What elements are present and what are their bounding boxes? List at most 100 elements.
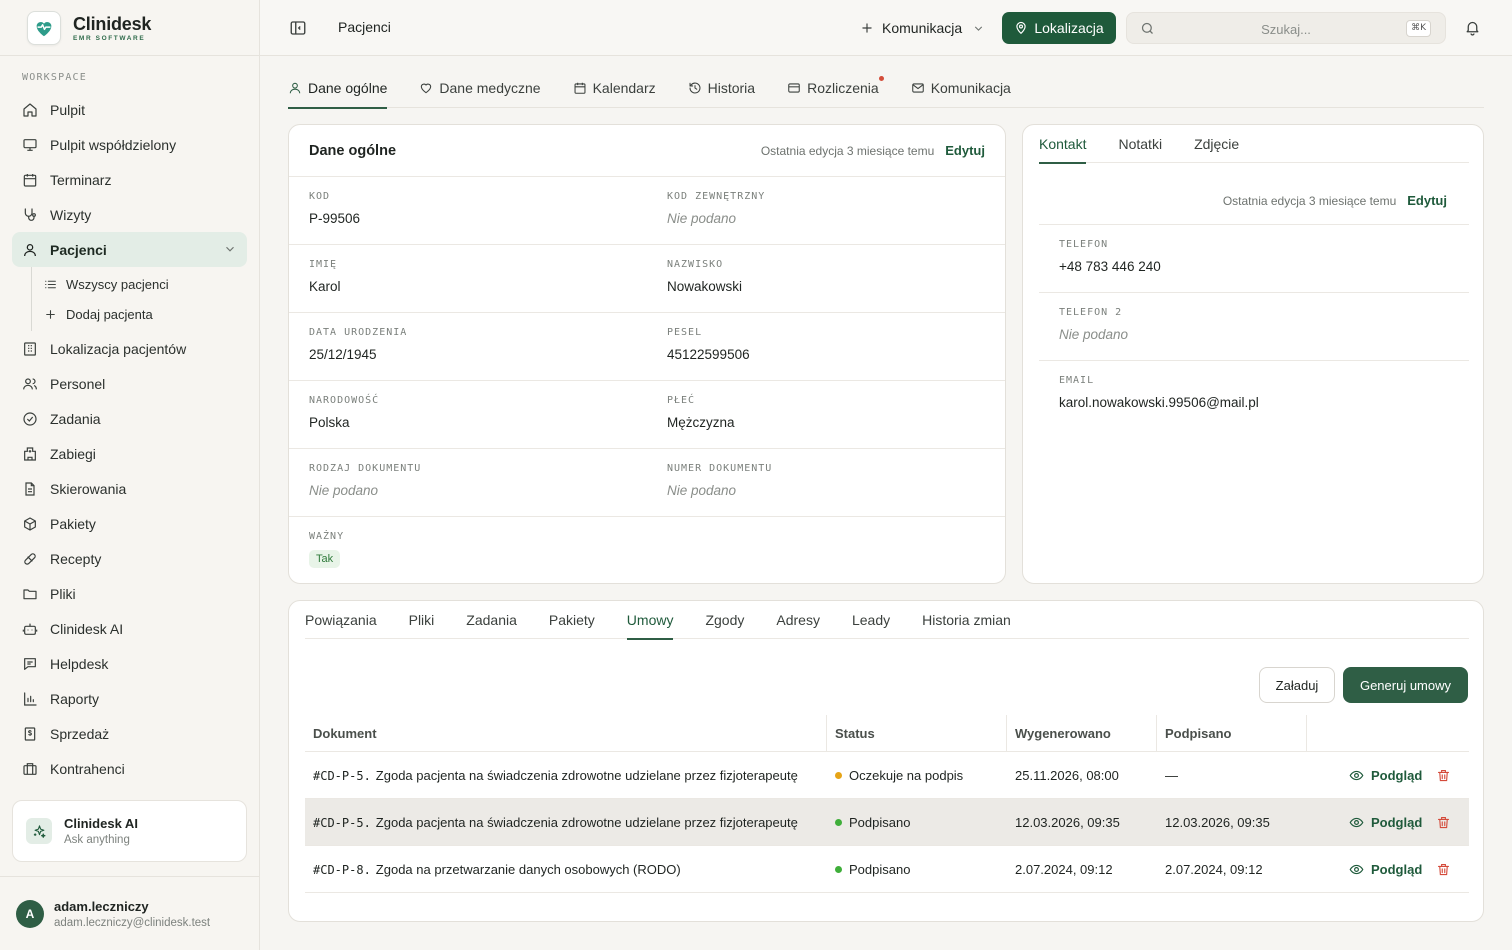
field-label: KOD [309, 191, 331, 202]
contact-card: Kontakt Notatki Zdjęcie Ostatnia edycja … [1022, 124, 1484, 584]
document-name: Zgoda pacjenta na świadczenia zdrowotne … [375, 815, 798, 830]
sidebar-item-wizyty[interactable]: Wizyty [12, 197, 247, 232]
table-row[interactable]: #CD-P-5. Zgoda pacjenta na świadczenia zd… [305, 752, 1469, 799]
card-title: Dane ogólne [309, 142, 397, 159]
tab-dane-medyczne[interactable]: Dane medyczne [419, 68, 541, 108]
sidebar-subitem-label: Wszyscy pacjenci [66, 276, 169, 292]
bell-icon[interactable] [1464, 19, 1481, 36]
edit-button[interactable]: Edytuj [945, 143, 985, 158]
sidebar-item-terminarz[interactable]: Terminarz [12, 162, 247, 197]
notification-dot [878, 76, 884, 81]
trash-icon[interactable] [1436, 815, 1451, 830]
table-row[interactable]: #CD-P-5. Zgoda pacjenta na świadczenia zd… [305, 799, 1469, 846]
sidebar-item-lokalizacja[interactable]: Lokalizacja pacjentów [12, 331, 247, 366]
sidebar-item-label: Raporty [50, 690, 100, 707]
tab-kontakt[interactable]: Kontakt [1039, 125, 1087, 164]
load-button[interactable]: Załaduj [1259, 667, 1335, 703]
sidebar-item-recepty[interactable]: Recepty [12, 541, 247, 576]
topbar: Pacjenci Komunikacja Lokalizacja ⌘K [260, 0, 1512, 56]
sidebar-item-label: Pliki [50, 585, 76, 602]
edit-button[interactable]: Edytuj [1407, 193, 1447, 208]
field-value-email: karol.nowakowski.99506@mail.pl [1059, 395, 1259, 410]
sidebar-toggle-icon[interactable] [289, 19, 307, 37]
tab-notatki[interactable]: Notatki [1118, 125, 1162, 163]
tab-label: Rozliczenia [807, 80, 879, 96]
sidebar-item-label: Pulpit współdzielony [50, 136, 177, 153]
tab-adresy[interactable]: Adresy [776, 601, 820, 639]
tab-kalendarz[interactable]: Kalendarz [573, 68, 656, 108]
brand[interactable]: Clinidesk EMR SOFTWARE [0, 0, 259, 56]
chevron-down-icon [975, 25, 983, 31]
hospital-icon [24, 446, 36, 461]
field-value-kod-zewnetrzny: Nie podano [667, 211, 737, 226]
sidebar-item-pliki[interactable]: Pliki [12, 576, 247, 611]
sidebar-item-label: Personel [50, 375, 106, 392]
tab-historia-zmian[interactable]: Historia zmian [922, 601, 1011, 639]
tab-zgody[interactable]: Zgody [705, 601, 744, 639]
tab-leady[interactable]: Leady [852, 601, 890, 639]
sidebar-item-raporty[interactable]: Raporty [12, 681, 247, 716]
brand-subtitle: EMR SOFTWARE [73, 34, 146, 42]
sidebar-item-pacjenci[interactable]: Pacjenci [12, 232, 247, 267]
map-pin-icon [1016, 21, 1027, 35]
sidebar-item-helpdesk[interactable]: Helpdesk [12, 646, 247, 681]
page-title: Pacjenci [338, 19, 391, 35]
sidebar-item-sprzedaz[interactable]: Sprzedaż [12, 716, 247, 751]
generate-contracts-button[interactable]: Generuj umowy [1343, 667, 1468, 703]
preview-button[interactable]: Podgląd [1349, 846, 1422, 893]
sidebar-item-pulpit-wspoldzielony[interactable]: Pulpit współdzielony [12, 127, 247, 162]
preview-label: Podgląd [1371, 768, 1423, 783]
eye-icon [1349, 817, 1364, 828]
sidebar-item-kontrahenci[interactable]: Kontrahenci [12, 751, 247, 786]
chart-icon [24, 691, 37, 706]
lokalizacja-button[interactable]: Lokalizacja [1002, 12, 1116, 44]
tab-powiazania[interactable]: Powiązania [305, 601, 377, 639]
status-dot [835, 819, 842, 826]
sidebar-subitem-dodaj[interactable]: Dodaj pacjenta [32, 299, 247, 329]
status-dot [835, 772, 842, 779]
mail-icon [911, 83, 924, 93]
credit-card-icon [788, 83, 800, 93]
message-icon [24, 657, 36, 670]
sidebar-item-zadania[interactable]: Zadania [12, 401, 247, 436]
tab-dane-ogolne[interactable]: Dane ogólne [288, 68, 388, 109]
tab-pliki[interactable]: Pliki [409, 601, 435, 639]
status-dot [835, 866, 842, 873]
sidebar-item-skierowania[interactable]: Skierowania [12, 471, 247, 506]
sparkle-icon [26, 818, 52, 844]
sidebar-subitem-wszyscy[interactable]: Wszyscy pacjenci [32, 269, 247, 299]
sidebar-item-clinidesk-ai[interactable]: Clinidesk AI [12, 611, 247, 646]
field-label: RODZAJ DOKUMENTU [309, 463, 422, 474]
trash-icon[interactable] [1436, 862, 1451, 877]
ai-assistant-card[interactable]: Clinidesk AI Ask anything [12, 800, 247, 862]
tab-rozliczenia[interactable]: Rozliczenia [787, 68, 884, 108]
tab-umowy[interactable]: Umowy [626, 601, 673, 640]
field-value-telefon-2: Nie podano [1059, 327, 1129, 342]
sidebar-item-personel[interactable]: Personel [12, 366, 247, 401]
sidebar-item-pakiety[interactable]: Pakiety [12, 506, 247, 541]
document-code: #CD-P-5. [313, 768, 371, 783]
preview-label: Podgląd [1371, 862, 1423, 877]
tab-zadania[interactable]: Zadania [466, 601, 517, 639]
sidebar-item-pulpit[interactable]: Pulpit [12, 92, 247, 127]
tab-pakiety[interactable]: Pakiety [549, 601, 595, 639]
komunikacja-dropdown[interactable]: Komunikacja [860, 14, 985, 42]
sidebar-item-zabiegi[interactable]: Zabiegi [12, 436, 247, 471]
tab-historia[interactable]: Historia [688, 68, 755, 108]
chevron-down-icon[interactable] [223, 242, 237, 256]
sidebar-subnav: Wszyscy pacjenci Dodaj pacjenta [31, 267, 247, 331]
field-value-kod: P-99506 [309, 211, 361, 226]
sidebar-item-label: Pulpit [50, 101, 86, 118]
search-input[interactable] [1167, 18, 1405, 40]
tab-komunikacja[interactable]: Komunikacja [911, 68, 1011, 108]
table-row[interactable]: #CD-P-8. Zgoda na przetwarzanie danych os… [305, 846, 1469, 893]
sidebar-item-label: Sprzedaż [50, 725, 110, 742]
preview-button[interactable]: Podgląd [1349, 752, 1422, 799]
sidebar-item-label: Terminarz [50, 171, 112, 188]
preview-button[interactable]: Podgląd [1349, 799, 1422, 846]
field-label: DATA URODZENIA [309, 327, 408, 338]
user-profile[interactable]: A adam.leczniczy adam.leczniczy@clinides… [0, 876, 259, 950]
tab-label: Dane ogólne [308, 80, 388, 96]
tab-zdjecie[interactable]: Zdjęcie [1194, 125, 1239, 163]
trash-icon[interactable] [1436, 768, 1451, 783]
